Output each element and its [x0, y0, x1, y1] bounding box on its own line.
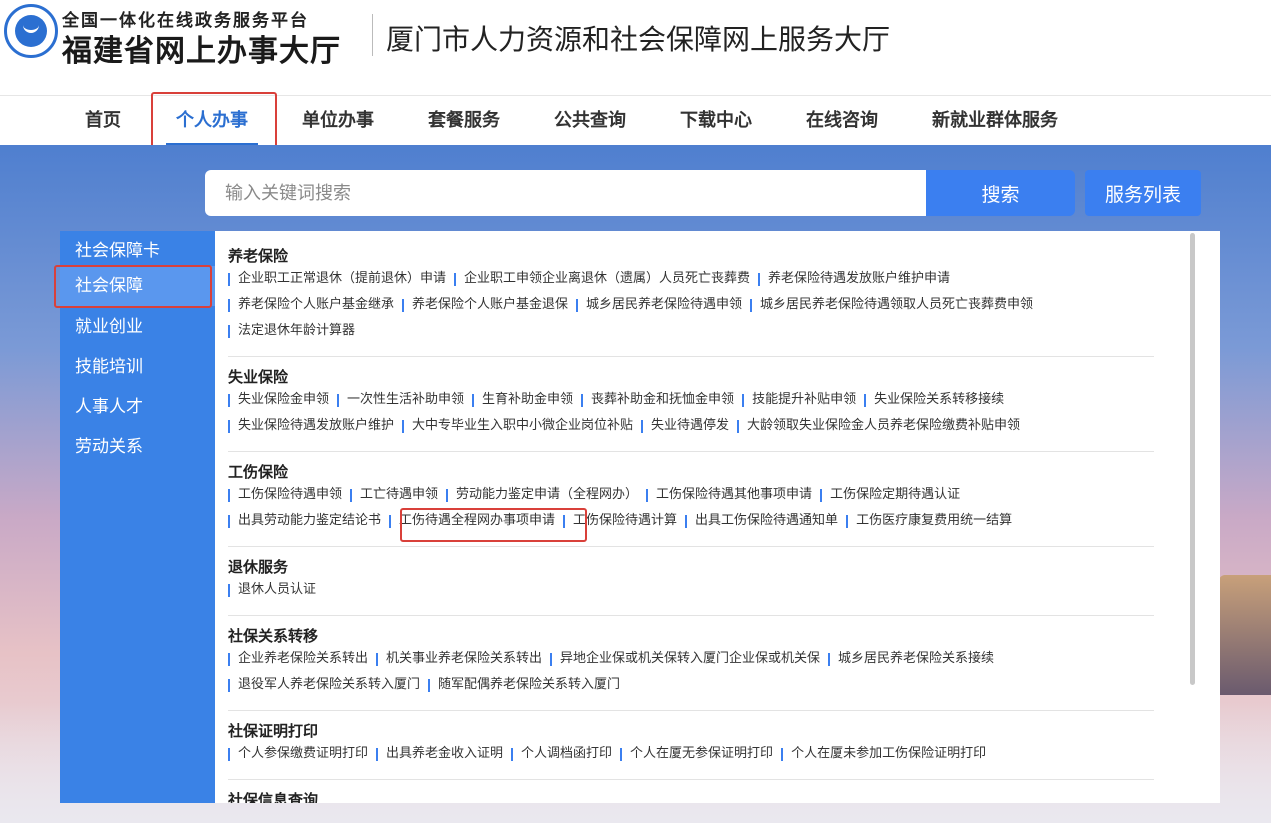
platform-name[interactable]: 福建省网上办事大厅	[62, 26, 341, 70]
section-injury: 工伤保险 工伤保险待遇申领 工亡待遇申领 劳动能力鉴定申请（全程网办） 工伤保险待遇其…	[228, 462, 1154, 534]
section-retirement: 退休服务 退休人员认证	[228, 557, 1154, 603]
service-link[interactable]: 技能提升补贴申领	[742, 387, 864, 413]
section-title: 社保关系转移	[228, 627, 319, 645]
header: 全国一体化在线政务服务平台 福建省网上办事大厅 厦门市人力资源和社会保障网上服务…	[0, 0, 1271, 95]
service-link[interactable]: 工伤保险待遇计算	[563, 508, 685, 534]
site-title: 厦门市人力资源和社会保障网上服务大厅	[386, 23, 891, 56]
service-link[interactable]: 养老保险个人账户基金继承	[228, 292, 402, 318]
section-pension: 养老保险 企业职工正常退休（提前退休）申请 企业职工申领企业离退休（遗属）人员死亡…	[228, 246, 1154, 344]
section-divider	[228, 546, 1154, 547]
service-link[interactable]: 企业养老保险关系转出	[228, 646, 376, 672]
service-link[interactable]: 个人调档函打印	[511, 741, 620, 767]
sidebar-item-social-security[interactable]: 社会保障	[60, 266, 215, 306]
service-link[interactable]: 养老保险待遇发放账户维护申请	[758, 266, 958, 292]
service-link[interactable]: 城乡居民养老保险待遇申领	[576, 292, 750, 318]
service-list-button[interactable]: 服务列表	[1085, 170, 1201, 216]
nav-company[interactable]: 单位办事	[302, 96, 374, 146]
service-link[interactable]: 个人在厦未参加工伤保险证明打印	[781, 741, 994, 767]
service-link[interactable]: 城乡居民养老保险待遇领取人员死亡丧葬费申领	[750, 292, 1041, 318]
service-link[interactable]: 随军配偶养老保险关系转入厦门	[428, 672, 628, 698]
service-link[interactable]: 法定退休年龄计算器	[228, 318, 363, 344]
service-link[interactable]: 机关事业养老保险关系转出	[376, 646, 550, 672]
service-link[interactable]: 大中专毕业生入职中小微企业岗位补贴	[402, 413, 641, 439]
sidebar-item-social-card[interactable]: 社会保障卡	[60, 231, 215, 271]
nav-home[interactable]: 首页	[85, 96, 121, 146]
service-link[interactable]: 退休人员认证	[228, 577, 324, 603]
section-title: 工伤保险	[228, 463, 289, 481]
service-link[interactable]: 工伤保险待遇申领	[228, 482, 350, 508]
service-link[interactable]: 生育补助金申领	[472, 387, 581, 413]
service-link[interactable]: 异地企业保或机关保转入厦门企业保或机关保	[550, 646, 828, 672]
sidebar-item-labor[interactable]: 劳动关系	[60, 427, 215, 467]
header-divider	[372, 14, 373, 56]
service-link[interactable]: 个人在厦无参保证明打印	[620, 741, 781, 767]
service-link[interactable]: 工亡待遇申领	[350, 482, 446, 508]
nav-download[interactable]: 下载中心	[680, 96, 752, 146]
section-title: 退休服务	[228, 558, 289, 576]
nav-public-query[interactable]: 公共查询	[554, 96, 626, 146]
service-link[interactable]: 退役军人养老保险关系转入厦门	[228, 672, 428, 698]
service-link-injury-online[interactable]: 工伤待遇全程网办事项申请	[389, 508, 563, 534]
service-link[interactable]: 养老保险个人账户基金退保	[402, 292, 576, 318]
section-transfer: 社保关系转移 企业养老保险关系转出 机关事业养老保险关系转出 异地企业保或机关保转入…	[228, 626, 1154, 698]
sidebar-item-talent[interactable]: 人事人才	[60, 387, 215, 427]
service-link[interactable]: 失业保险待遇发放账户维护	[228, 413, 402, 439]
section-title: 社保信息查询	[228, 791, 319, 803]
section-divider	[228, 710, 1154, 711]
section-title: 养老保险	[228, 247, 289, 265]
section-title: 失业保险	[228, 368, 289, 386]
sidebar: 社会保障卡 社会保障 就业创业 技能培训 人事人才 劳动关系	[60, 231, 215, 803]
service-link[interactable]: 城乡居民养老保险关系接续	[828, 646, 1002, 672]
service-link[interactable]: 工伤保险定期待遇认证	[820, 482, 968, 508]
service-link[interactable]: 出具养老金收入证明	[376, 741, 511, 767]
service-link[interactable]: 个人参保缴费证明打印	[228, 741, 376, 767]
nav-new-employment[interactable]: 新就业群体服务	[932, 96, 1058, 146]
platform-logo-icon	[4, 4, 58, 58]
service-link[interactable]: 失业保险金申领	[228, 387, 337, 413]
section-divider	[228, 451, 1154, 452]
service-link[interactable]: 企业职工正常退休（提前退休）申请	[228, 266, 454, 292]
sidebar-item-employment[interactable]: 就业创业	[60, 307, 215, 347]
service-link[interactable]: 企业职工申领企业离退休（遗属）人员死亡丧葬费	[454, 266, 758, 292]
service-panel: 养老保险 企业职工正常退休（提前退休）申请 企业职工申领企业离退休（遗属）人员死亡…	[215, 231, 1220, 803]
sidebar-item-skills[interactable]: 技能培训	[60, 347, 215, 387]
service-link[interactable]: 一次性生活补助申领	[337, 387, 472, 413]
section-divider	[228, 779, 1154, 780]
service-link[interactable]: 失业保险关系转移接续	[864, 387, 1012, 413]
service-link[interactable]: 劳动能力鉴定申请（全程网办）	[446, 482, 646, 508]
service-link[interactable]: 大龄领取失业保险金人员养老保险缴费补贴申领	[737, 413, 1028, 439]
service-link[interactable]: 工伤保险待遇其他事项申请	[646, 482, 820, 508]
content-scrollbar[interactable]	[1190, 233, 1195, 685]
nav-package[interactable]: 套餐服务	[428, 96, 500, 146]
section-divider	[228, 615, 1154, 616]
service-link[interactable]: 工伤医疗康复费用统一结算	[846, 508, 1020, 534]
service-link[interactable]: 出具工伤保险待遇通知单	[685, 508, 846, 534]
section-certificates: 社保证明打印 个人参保缴费证明打印 出具养老金收入证明 个人调档函打印 个人在厦无参保…	[228, 721, 1154, 767]
search-button[interactable]: 搜索	[926, 170, 1075, 216]
city-skyline-image	[1219, 575, 1271, 695]
search-input[interactable]	[205, 170, 927, 216]
service-link[interactable]: 出具劳动能力鉴定结论书	[228, 508, 389, 534]
section-info-query: 社保信息查询	[228, 790, 1154, 803]
service-link[interactable]: 丧葬补助金和抚恤金申领	[581, 387, 742, 413]
section-divider	[228, 356, 1154, 357]
nav-personal[interactable]: 个人办事	[166, 96, 258, 146]
main-nav: 首页 个人办事 单位办事 套餐服务 公共查询 下载中心 在线咨询 新就业群体服务	[0, 95, 1271, 146]
section-unemployment: 失业保险 失业保险金申领 一次性生活补助申领 生育补助金申领 丧葬补助金和抚恤金申领技…	[228, 367, 1154, 439]
nav-consult[interactable]: 在线咨询	[806, 96, 878, 146]
service-link[interactable]: 失业待遇停发	[641, 413, 737, 439]
section-title: 社保证明打印	[228, 722, 319, 740]
